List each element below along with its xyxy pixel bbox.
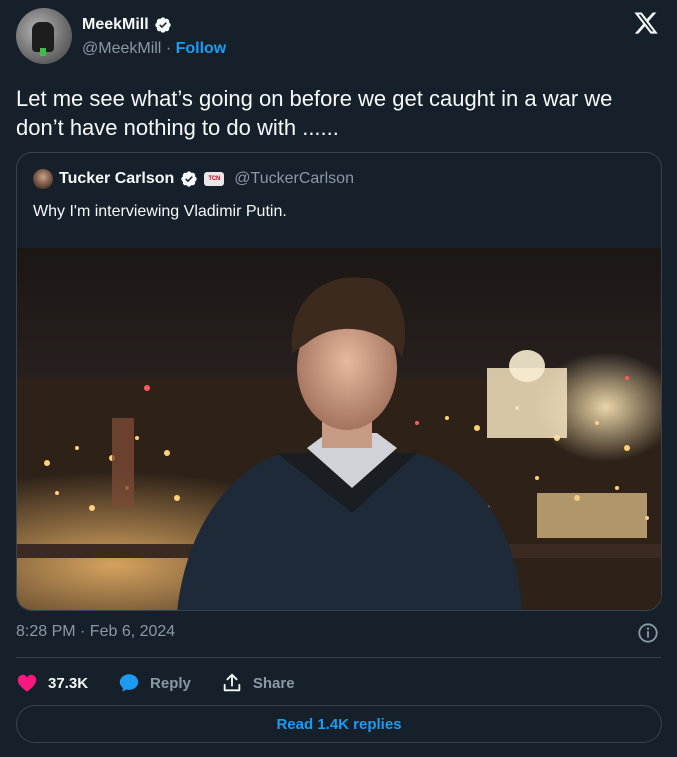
quoted-tweet[interactable]: Tucker Carlson TCN @TuckerCarlson Why I'…	[16, 152, 662, 611]
reply-label: Reply	[150, 674, 191, 692]
tweet-text: Let me see what’s going on before we get…	[16, 86, 613, 140]
action-bar: 37.3K Reply Share	[16, 670, 325, 696]
read-replies-button[interactable]: Read 1.4K replies	[16, 705, 662, 743]
quoted-header: Tucker Carlson TCN @TuckerCarlson	[33, 169, 354, 189]
handle-separator: ·	[165, 40, 172, 57]
divider	[16, 657, 661, 658]
affiliate-badge-icon: TCN	[204, 172, 225, 186]
share-label: Share	[252, 674, 295, 692]
reply-button[interactable]: Reply	[118, 672, 191, 694]
quoted-video-thumbnail[interactable]	[17, 248, 662, 611]
info-icon[interactable]	[637, 622, 659, 644]
quoted-handle: @TuckerCarlson	[234, 170, 354, 187]
like-button[interactable]: 37.3K	[16, 672, 88, 694]
quoted-avatar	[33, 169, 53, 189]
quoted-display-name: Tucker Carlson	[59, 170, 175, 187]
like-count: 37.3K	[48, 674, 89, 692]
tweet-header: MeekMill @MeekMill · Follow	[16, 8, 661, 66]
tweet-timestamp[interactable]: 8:28 PM · Feb 6, 2024	[16, 623, 175, 641]
author-handle[interactable]: @MeekMill	[82, 40, 161, 57]
heart-icon	[17, 674, 37, 692]
reply-bubble-icon	[119, 674, 139, 692]
x-logo-icon[interactable]	[633, 10, 659, 36]
quoted-text: Why I'm interviewing Vladimir Putin.	[33, 203, 287, 220]
share-icon	[223, 673, 241, 692]
verified-badge-icon	[155, 17, 171, 33]
follow-button[interactable]: Follow	[176, 40, 227, 57]
author-name-row: MeekMill	[82, 16, 172, 34]
share-button[interactable]: Share	[221, 672, 295, 694]
author-handle-row: @MeekMill · Follow	[82, 40, 226, 58]
author-display-name[interactable]: MeekMill	[82, 16, 149, 34]
verified-badge-icon	[181, 171, 197, 187]
author-avatar[interactable]	[16, 8, 72, 64]
